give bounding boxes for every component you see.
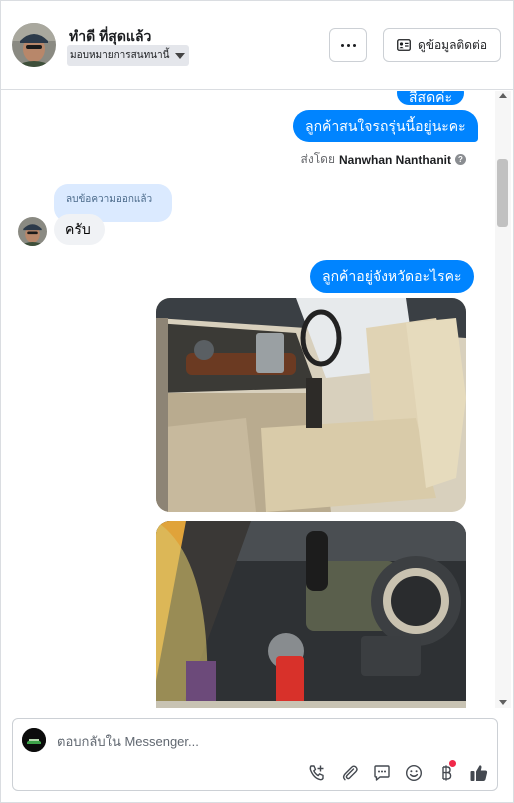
notification-dot xyxy=(449,760,456,767)
conversation-panel: ทำดี ที่สุดแล้ว มอบหมายการสนทนานี้ ดูข้อ… xyxy=(0,0,514,803)
call-add-icon[interactable] xyxy=(306,762,328,784)
attachment-icon[interactable] xyxy=(339,762,361,784)
dot-icon xyxy=(346,43,350,47)
dot-icon xyxy=(340,43,344,47)
baht-payment-icon[interactable] xyxy=(435,760,457,784)
help-icon[interactable]: ? xyxy=(455,154,466,165)
sent-by-line: ส่งโดย Nanwhan Nanthanit ? xyxy=(301,150,466,169)
page-avatar xyxy=(22,728,46,752)
contact-card-icon xyxy=(397,39,411,51)
scrollbar-thumb[interactable] xyxy=(497,159,508,227)
emoji-icon[interactable] xyxy=(403,762,425,784)
thumbs-up-icon[interactable] xyxy=(468,762,490,784)
sent-by-prefix: ส่งโดย xyxy=(300,152,335,166)
assign-label: มอบหมายการสนทนานี้ xyxy=(70,50,170,61)
reply-input[interactable] xyxy=(57,731,437,751)
contact-avatar[interactable] xyxy=(12,23,56,67)
car-dashboard-ignition-photo[interactable] xyxy=(156,521,466,708)
scroll-up-arrow-icon[interactable] xyxy=(499,93,507,98)
conversation-header: ทำดี ที่สุดแล้ว มอบหมายการสนทนานี้ ดูข้อ… xyxy=(1,1,513,90)
assign-conversation-dropdown[interactable]: มอบหมายการสนทนานี้ xyxy=(67,45,190,66)
message-scrollbar[interactable] xyxy=(495,91,511,708)
sender-name: Nanwhan Nanthanit xyxy=(338,152,451,167)
outgoing-message[interactable]: ลูกค้าสนใจรถรุ่นนี้อยู่นะคะ xyxy=(293,110,478,142)
outgoing-message[interactable]: ลูกค้าอยู่จังหวัดอะไรคะ xyxy=(310,260,474,293)
car-interior-seats-photo[interactable] xyxy=(156,298,466,512)
dot-icon xyxy=(352,43,356,47)
contact-avatar-small xyxy=(18,217,47,246)
scroll-down-arrow-icon[interactable] xyxy=(499,700,507,705)
reply-composer xyxy=(12,718,498,791)
view-contact-info-button[interactable]: ดูข้อมูลติดต่อ xyxy=(383,28,501,62)
outgoing-message[interactable]: สีสดค่ะ xyxy=(397,91,465,105)
message-thread[interactable]: สีสดค่ะ ลูกค้าสนใจรถรุ่นนี้อยู่นะคะ ส่งโ… xyxy=(1,91,495,708)
contact-info-label: ดูข้อมูลติดต่อ xyxy=(417,37,488,52)
more-options-button[interactable] xyxy=(329,28,367,62)
incoming-message[interactable]: ครับ xyxy=(54,214,105,245)
caret-down-icon xyxy=(175,52,186,59)
saved-reply-icon[interactable] xyxy=(371,762,393,784)
